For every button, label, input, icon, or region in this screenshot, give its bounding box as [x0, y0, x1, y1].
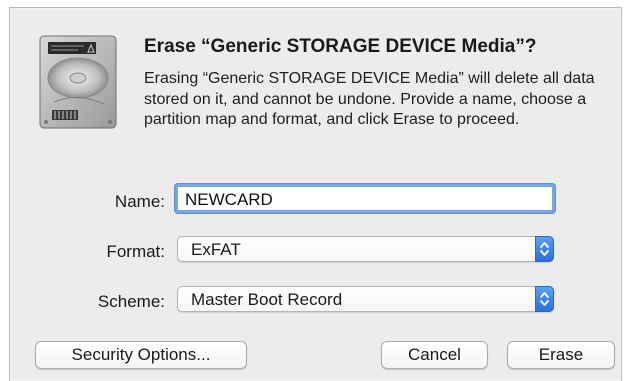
dialog-message: Erasing “Generic STORAGE DEVICE Media” w… [144, 70, 595, 128]
name-field[interactable]: NEWCARD [175, 184, 555, 213]
dialog-title: Erase “Generic STORAGE DEVICE Media”? [144, 36, 537, 57]
up-down-arrows-icon [540, 242, 549, 256]
scheme-label: Scheme: [97, 292, 165, 311]
erase-button[interactable]: Erase [507, 341, 615, 369]
format-popup[interactable]: ExFAT [177, 236, 554, 262]
format-popup-value: ExFAT [191, 240, 241, 259]
external-disk-icon [39, 35, 117, 129]
erase-dialog: Erase “Generic STORAGE DEVICE Media”? Er… [9, 7, 622, 381]
format-chevron-up-down-icon [535, 236, 554, 262]
name-field-value: NEWCARD [185, 190, 273, 209]
name-label: Name: [114, 192, 165, 211]
up-down-arrows-icon [540, 292, 549, 306]
format-label: Format: [106, 242, 165, 261]
cancel-button[interactable]: Cancel [381, 341, 488, 369]
scheme-chevron-up-down-icon [535, 286, 554, 312]
scheme-popup-value: Master Boot Record [191, 290, 343, 309]
security-options-button[interactable]: Security Options... [35, 341, 247, 369]
scheme-popup[interactable]: Master Boot Record [177, 286, 554, 312]
